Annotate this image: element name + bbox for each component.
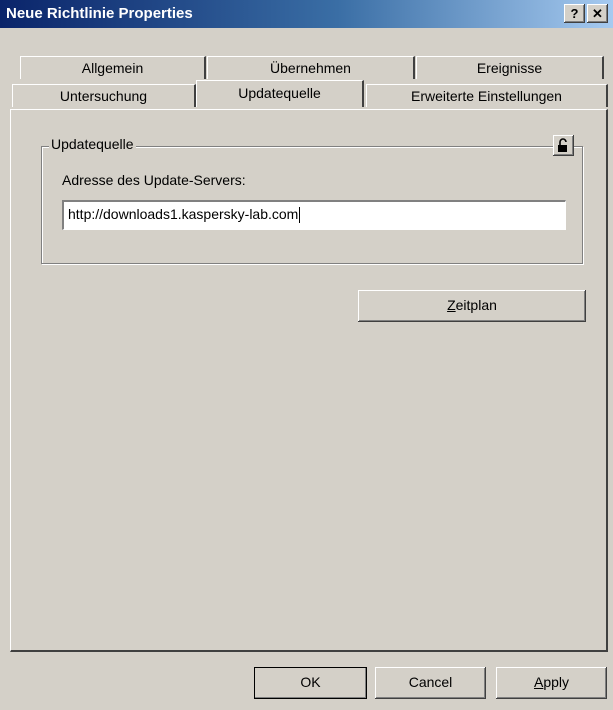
- server-address-value: http://downloads1.kaspersky-lab.com: [68, 206, 299, 222]
- tab-label: Ereignisse: [476, 60, 543, 76]
- text-caret: [299, 207, 301, 224]
- close-button[interactable]: ✕: [587, 4, 608, 23]
- server-address-input[interactable]: http://downloads1.kaspersky-lab.com: [62, 200, 566, 230]
- group-legend: Updatequelle: [49, 136, 136, 152]
- tab-label: Erweiterte Einstellungen: [411, 88, 562, 104]
- tab-allgemein[interactable]: Allgemein: [20, 56, 206, 79]
- tab-label: Untersuchung: [59, 88, 148, 104]
- help-button[interactable]: ?: [564, 4, 585, 23]
- help-icon: ?: [570, 6, 579, 21]
- tab-uebernehmen[interactable]: Übernehmen: [207, 56, 415, 79]
- tab-panel: Updatequelle Adresse des Update-Servers:…: [10, 109, 608, 652]
- tab-label: Updatequelle: [238, 85, 321, 101]
- apply-button[interactable]: Apply: [496, 667, 607, 699]
- properties-dialog: Neue Richtlinie Properties ? ✕ Allgemein…: [0, 0, 613, 710]
- server-address-label: Adresse des Update-Servers:: [62, 172, 246, 188]
- cancel-button-label: Cancel: [408, 674, 453, 690]
- schedule-button-label: Zeitplan: [447, 297, 497, 313]
- ok-button[interactable]: OK: [254, 667, 367, 699]
- tab-updatequelle[interactable]: Updatequelle: [196, 80, 364, 107]
- schedule-button[interactable]: Zeitplan: [358, 290, 586, 322]
- close-icon: ✕: [592, 6, 603, 21]
- cancel-button[interactable]: Cancel: [375, 667, 486, 699]
- title-bar[interactable]: Neue Richtlinie Properties ? ✕: [0, 0, 613, 28]
- apply-button-label: Apply: [533, 674, 570, 690]
- lock-open-icon: [558, 138, 567, 152]
- tab-erweiterte-einstellungen[interactable]: Erweiterte Einstellungen: [366, 84, 608, 107]
- window-title: Neue Richtlinie Properties: [6, 5, 193, 22]
- ok-button-label: OK: [300, 674, 321, 690]
- tab-label: Allgemein: [81, 60, 144, 76]
- tab-untersuchung[interactable]: Untersuchung: [12, 84, 196, 107]
- tab-ereignisse[interactable]: Ereignisse: [416, 56, 604, 79]
- lock-button[interactable]: [553, 135, 574, 156]
- tab-label: Übernehmen: [270, 60, 351, 76]
